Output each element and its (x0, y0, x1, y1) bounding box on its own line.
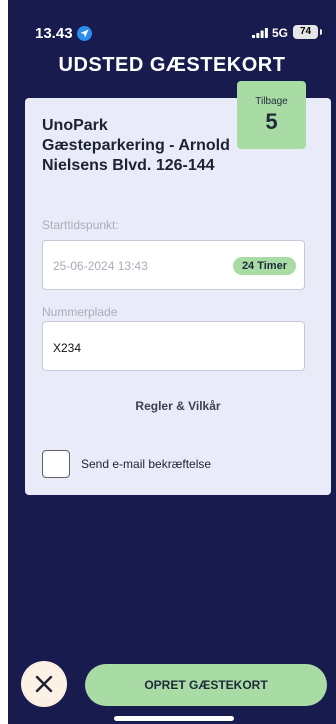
plate-input[interactable]: X234 (42, 321, 305, 371)
remaining-count: 5 (265, 109, 278, 134)
remaining-label: Tilbage (255, 96, 288, 107)
home-indicator (114, 716, 234, 721)
remaining-badge: Tilbage 5 (237, 81, 306, 149)
plate-label: Nummerplade (42, 305, 118, 319)
email-confirmation-label: Send e-mail bekræftelse (81, 457, 212, 471)
terms-link[interactable]: Regler & Vilkår (25, 399, 331, 413)
location-arrow-icon (77, 26, 92, 41)
status-time: 13.43 (35, 25, 73, 42)
start-time-value: 25-06-2024 13:43 (53, 259, 148, 273)
start-time-label: Starttidspunkt: (42, 218, 119, 232)
signal-icon (252, 28, 268, 38)
page-title: UDSTED GÆSTEKORT (58, 54, 286, 76)
close-icon (35, 675, 53, 693)
create-guest-card-button[interactable]: OPRET GÆSTEKORT (85, 664, 327, 706)
battery-icon: 74 (293, 25, 322, 39)
duration-chip[interactable]: 24 Timer (232, 257, 296, 275)
email-confirmation-checkbox[interactable] (42, 450, 70, 478)
network-label: 5G (272, 26, 289, 40)
location-name: UnoPark Gæsteparkering - Arnold Nielsens… (42, 117, 230, 174)
plate-value: X234 (53, 341, 82, 355)
close-button[interactable] (21, 661, 67, 707)
status-bar: 13.43 5G 74 (8, 0, 336, 44)
start-time-field[interactable]: 25-06-2024 13:43 24 Timer (42, 240, 305, 290)
guest-card-form: Tilbage 5 UnoPark Gæsteparkering - Arnol… (25, 81, 331, 495)
app-screen: 13.43 5G 74 UDSTED GÆSTEKORT Tilbage 5 U… (8, 0, 336, 724)
